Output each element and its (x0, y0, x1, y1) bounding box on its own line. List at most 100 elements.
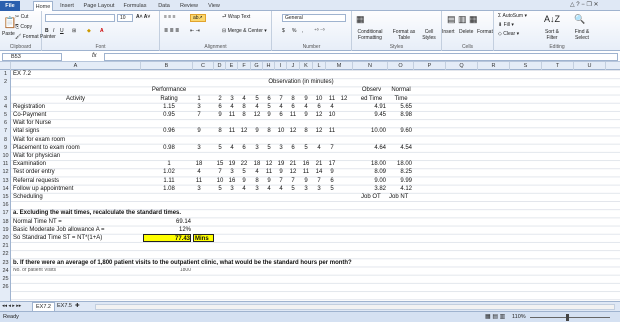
column-header[interactable]: I (275, 62, 287, 70)
column-header[interactable]: E (226, 62, 238, 70)
observation-cell[interactable]: 3 (226, 168, 238, 176)
row-header[interactable]: 14 (0, 185, 11, 193)
observation-cell[interactable]: 11 (300, 168, 312, 176)
activity-name[interactable]: Wait for Nurse (13, 119, 51, 127)
observation-cell[interactable]: 6 (287, 103, 299, 111)
sheet-title[interactable]: EX 7.2 (13, 70, 31, 78)
observation-cell[interactable]: 4 (226, 103, 238, 111)
observation-cell[interactable]: 3 (300, 185, 312, 193)
font-color-icon[interactable]: A (100, 28, 104, 34)
row-header[interactable]: 3 (0, 95, 11, 103)
visits-value[interactable]: 1800 (143, 268, 191, 272)
sort-filter-icon[interactable]: A↓Z (544, 14, 560, 24)
insert-cells-icon[interactable]: ▤ ▥ ▦ (447, 14, 478, 25)
format-button[interactable]: Format (477, 29, 493, 35)
st-value[interactable]: 77.43 (143, 234, 191, 243)
delete-button[interactable]: Delete (459, 29, 473, 35)
observation-cell[interactable]: 9 (193, 127, 205, 135)
observation-cell[interactable]: 9 (263, 177, 275, 185)
job-nt-label[interactable]: Job NT (389, 193, 408, 201)
merge-center-button[interactable]: ⊟ Merge & Center ▾ (222, 28, 267, 34)
new-sheet-icon[interactable]: ✚ (75, 303, 80, 309)
font-size-select[interactable]: 10 (117, 14, 133, 22)
column-header[interactable]: O (388, 62, 414, 70)
format-as-table-button[interactable]: Format as Table (390, 29, 418, 41)
tab-review[interactable]: Review (178, 1, 200, 11)
wrap-text-button[interactable]: ⮐ Wrap Text (222, 14, 250, 22)
observation-cell[interactable]: 19 (275, 160, 287, 168)
row-header[interactable]: 15 (0, 193, 11, 201)
activity-name[interactable]: Follow up appointment (13, 185, 73, 193)
nt-label[interactable]: Normal Time NT = (13, 218, 62, 226)
observation-cell[interactable]: 12 (313, 127, 325, 135)
row-header[interactable]: 5 (0, 111, 11, 119)
observation-cell[interactable]: 4 (251, 168, 263, 176)
observation-cell[interactable]: 21 (313, 160, 325, 168)
activity-name[interactable]: vital signs (13, 127, 39, 135)
observation-cell[interactable]: 6 (238, 144, 250, 152)
autosum-button[interactable]: Σ AutoSum ▾ (498, 13, 527, 19)
activity-header[interactable]: Activity (66, 95, 85, 103)
rating-header[interactable]: Rating (143, 95, 195, 103)
observation-cell[interactable]: 9 (263, 111, 275, 119)
row-header[interactable]: 22 (0, 250, 11, 258)
comma-button[interactable]: , (302, 28, 303, 34)
observation-header[interactable]: Observation (in minutes) (211, 78, 391, 86)
observation-cell[interactable]: 10 (214, 177, 226, 185)
observation-cell[interactable]: 3 (226, 185, 238, 193)
number-format-select[interactable]: General (282, 14, 346, 22)
observed-time-cell[interactable]: 9.00 (354, 177, 386, 185)
zoom-slider-thumb[interactable] (566, 314, 569, 321)
observation-cell[interactable]: 7 (214, 168, 226, 176)
observation-cell[interactable]: 11 (263, 168, 275, 176)
observation-cell[interactable]: 11 (226, 127, 238, 135)
column-header[interactable]: Q (446, 62, 478, 70)
observation-cell[interactable]: 12 (263, 160, 275, 168)
normal-time-cell[interactable]: 8.98 (388, 111, 412, 119)
tab-page-layout[interactable]: Page Layout (82, 1, 116, 11)
observed-time-cell[interactable]: 10.00 (354, 127, 386, 135)
row-header[interactable]: 21 (0, 242, 11, 250)
observation-number[interactable]: 10 (313, 95, 325, 103)
column-header[interactable]: H (263, 62, 275, 70)
find-select-button[interactable]: Find & Select (568, 29, 596, 41)
observation-cell[interactable]: 7 (193, 111, 205, 119)
zoom-level[interactable]: 110% (512, 314, 526, 320)
observation-cell[interactable]: 7 (275, 177, 287, 185)
row-header[interactable]: 6 (0, 119, 11, 127)
nt-value[interactable]: 69.14 (143, 218, 191, 226)
align-top-icon[interactable]: ≡ ≡ ≡ (164, 14, 176, 20)
observation-cell[interactable]: 11 (326, 127, 338, 135)
column-header[interactable]: S (510, 62, 542, 70)
observation-cell[interactable]: 10 (326, 111, 338, 119)
column-header[interactable]: B (141, 62, 193, 70)
cell-styles-button[interactable]: Cell Styles (418, 29, 440, 41)
activity-name[interactable]: Registration (13, 103, 45, 111)
indent-icon[interactable]: ⇤ ⇥ (190, 28, 200, 34)
row-header[interactable]: 18 (0, 218, 11, 226)
clear-button[interactable]: ◇ Clear ▾ (498, 31, 519, 37)
select-all-corner[interactable] (0, 62, 11, 70)
rating-cell[interactable]: 1.11 (143, 177, 195, 185)
tab-insert[interactable]: Insert (57, 1, 77, 11)
find-select-icon[interactable]: 🔍 (574, 14, 585, 25)
observation-cell[interactable]: 4 (193, 168, 205, 176)
observation-cell[interactable]: 3 (251, 144, 263, 152)
column-header[interactable]: U (574, 62, 606, 70)
column-header[interactable]: C (193, 62, 214, 70)
fill-color-icon[interactable]: ◆ (87, 28, 91, 34)
observation-cell[interactable]: 19 (226, 160, 238, 168)
observed-time-cell[interactable]: 4.64 (354, 144, 386, 152)
activity-name[interactable]: Test order entry (13, 168, 55, 176)
observation-number[interactable]: 2 (214, 95, 226, 103)
row-header[interactable]: 25 (0, 275, 11, 283)
rating-cell[interactable]: 0.95 (143, 111, 195, 119)
observation-number[interactable]: 3 (226, 95, 238, 103)
rating-cell[interactable]: 1.15 (143, 103, 195, 111)
column-header[interactable]: F (238, 62, 251, 70)
observation-cell[interactable]: 5 (214, 144, 226, 152)
currency-button[interactable]: $ (282, 28, 285, 34)
orientation-icon[interactable]: ab↗ (190, 14, 206, 22)
observation-cell[interactable]: 6 (313, 103, 325, 111)
window-controls-icon[interactable]: △ ? − ❐ ✕ (570, 1, 599, 8)
